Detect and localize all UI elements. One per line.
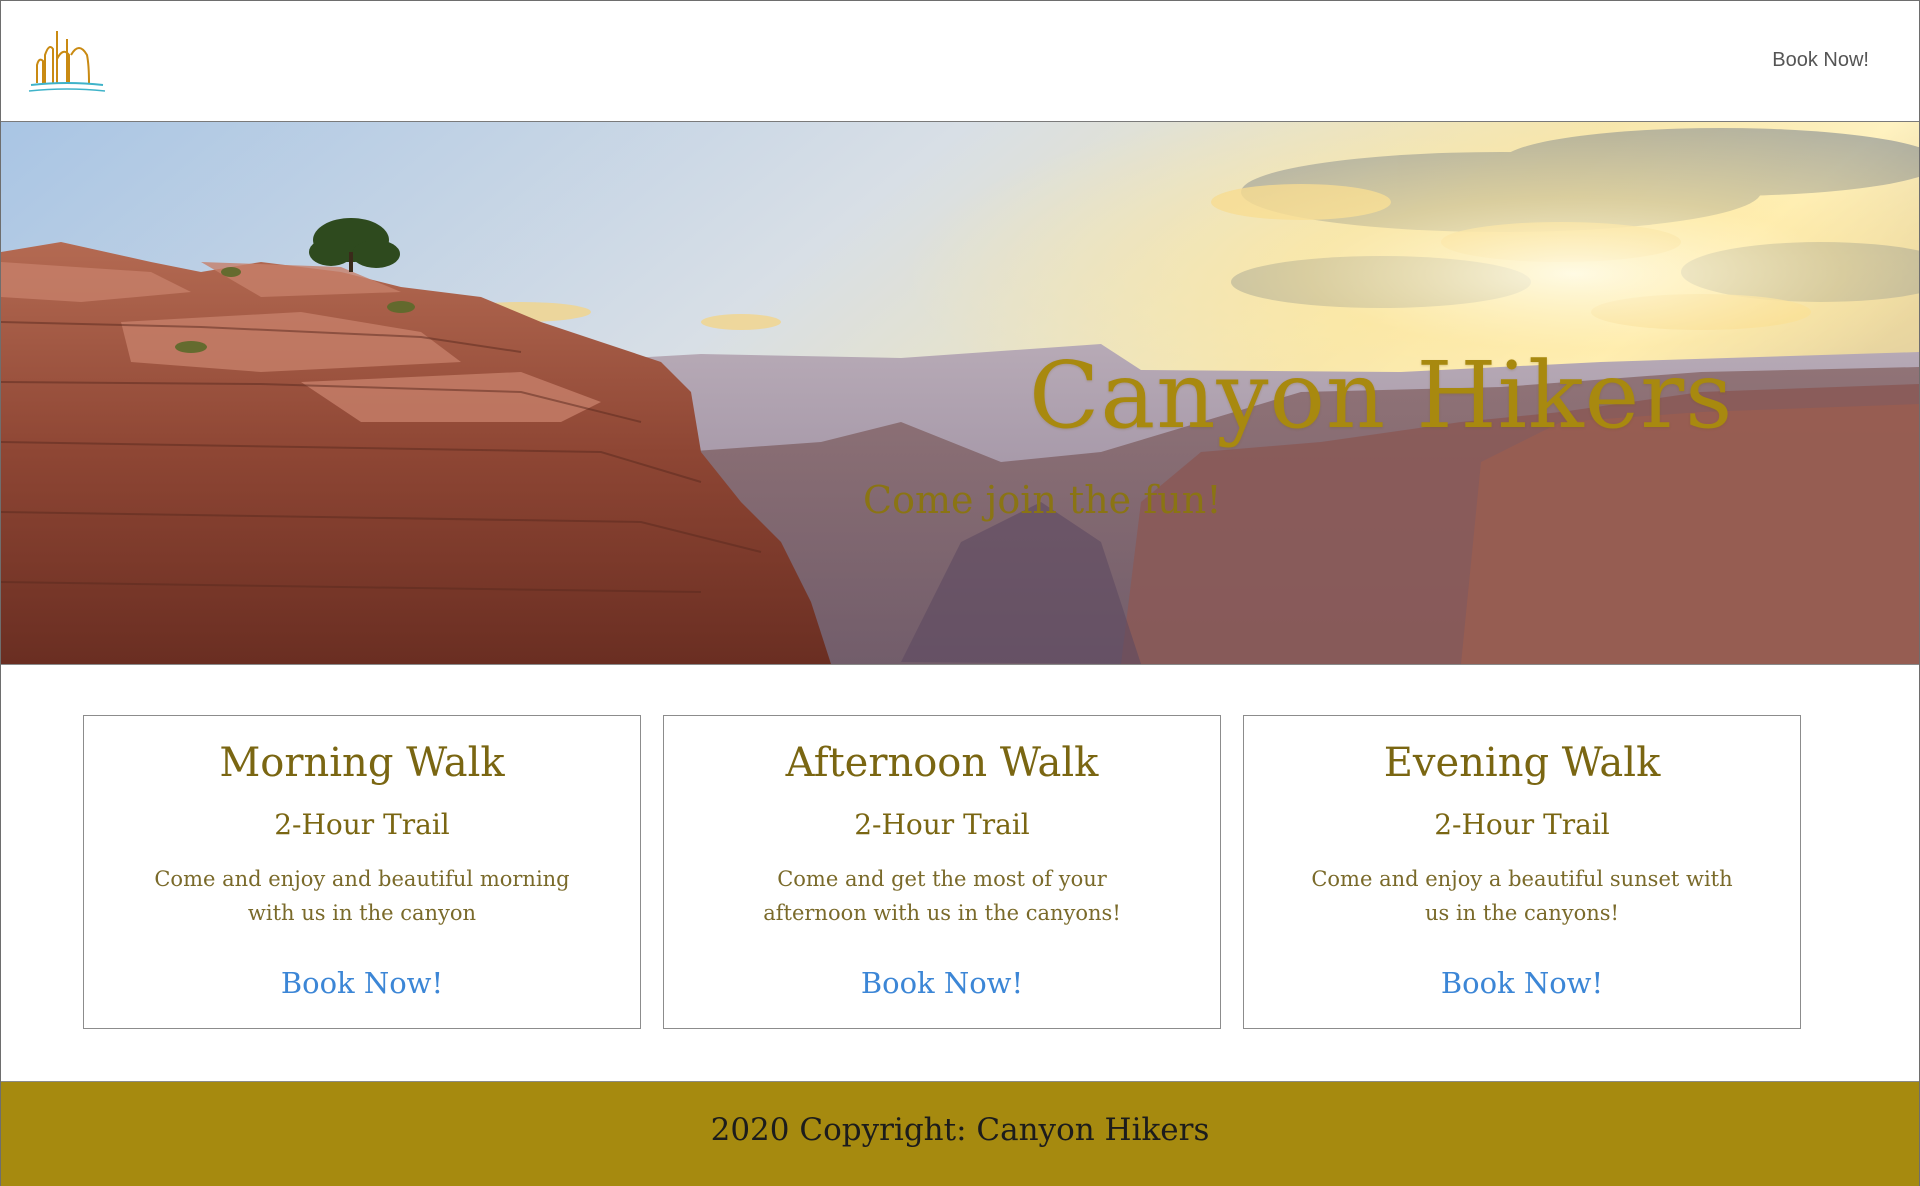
card-subtitle: 2-Hour Trail [854, 808, 1030, 841]
hero-title: Canyon Hikers [1029, 342, 1734, 449]
page: Book Now! Canyon Hikers Come join the fu… [0, 0, 1920, 1186]
copyright-text: 2020 Copyright: Canyon Hikers [710, 1112, 1210, 1148]
site-header: Book Now! [1, 1, 1919, 122]
card-subtitle: 2-Hour Trail [274, 808, 450, 841]
card-description: Come and get the most of your afternoon … [763, 867, 1121, 925]
walks-section: Morning Walk 2-Hour Trail Come and enjoy… [83, 715, 1803, 1029]
card-title: Afternoon Walk [785, 740, 1099, 786]
card-subtitle: 2-Hour Trail [1434, 808, 1610, 841]
card-description: Come and enjoy a beautiful sunset with u… [1311, 867, 1733, 925]
nav-book-now-link[interactable]: Book Now! [1772, 49, 1869, 72]
walk-card-afternoon: Afternoon Walk 2-Hour Trail Come and get… [663, 715, 1221, 1029]
hero-subtitle: Come join the fun! [863, 478, 1222, 522]
card-title: Evening Walk [1383, 740, 1661, 786]
card-description: Come and enjoy and beautiful morning wit… [154, 867, 570, 925]
evening-book-now-link[interactable]: Book Now! [1244, 966, 1800, 1000]
canyon-logo-icon[interactable] [27, 25, 107, 97]
afternoon-book-now-link[interactable]: Book Now! [664, 966, 1220, 1000]
hero-banner: Canyon Hikers Come join the fun! [1, 122, 1919, 665]
site-footer: 2020 Copyright: Canyon Hikers [1, 1081, 1919, 1186]
morning-book-now-link[interactable]: Book Now! [84, 966, 640, 1000]
card-title: Morning Walk [219, 740, 505, 786]
walk-card-evening: Evening Walk 2-Hour Trail Come and enjoy… [1243, 715, 1801, 1029]
walk-card-morning: Morning Walk 2-Hour Trail Come and enjoy… [83, 715, 641, 1029]
